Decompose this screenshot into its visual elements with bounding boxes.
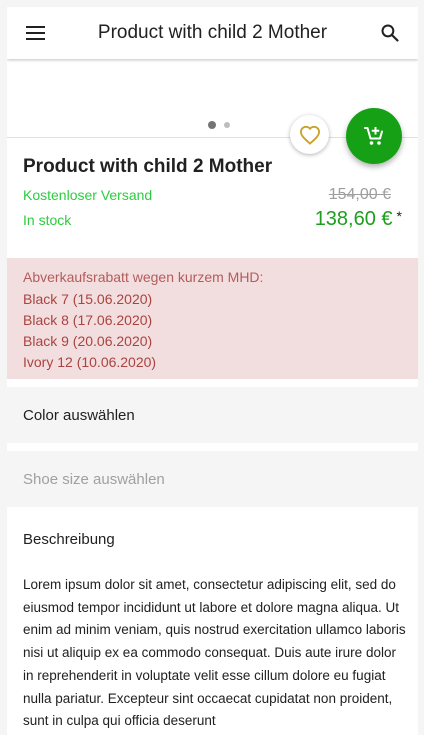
description-text: Lorem ipsum dolor sit amet, consectetur … — [23, 577, 406, 729]
favorite-button[interactable] — [290, 115, 329, 154]
menu-icon — [25, 26, 45, 40]
product-page: Product with child 2 Mother Product with — [7, 7, 418, 735]
menu-button[interactable] — [7, 7, 63, 59]
page-title: Product with child 2 Mother — [97, 22, 328, 43]
discount-notice: Abverkaufsrabatt wegen kurzem MHD: Black… — [7, 258, 418, 379]
discount-item: Black 8 (17.06.2020) — [23, 312, 153, 328]
heart-outline-icon — [299, 125, 320, 145]
discount-heading: Abverkaufsrabatt wegen kurzem MHD: — [23, 269, 264, 285]
carousel-dot-active[interactable] — [208, 121, 216, 129]
carousel-dots — [208, 121, 230, 129]
description-heading: Beschreibung — [23, 531, 115, 548]
product-title: Product with child 2 Mother — [23, 156, 273, 177]
current-price: 138,60 € — [314, 208, 393, 230]
stock-status: In stock — [23, 212, 72, 228]
old-price: 154,00 € — [328, 186, 391, 203]
carousel-dot[interactable] — [224, 122, 230, 128]
search-button[interactable] — [362, 7, 418, 59]
shoe-size-select[interactable]: Shoe size auswählen — [7, 451, 418, 507]
price-footnote-mark: * — [396, 208, 402, 224]
add-to-cart-button[interactable] — [346, 108, 402, 164]
app-bar: Product with child 2 Mother — [7, 7, 418, 59]
discount-item: Black 7 (15.06.2020) — [23, 291, 153, 307]
add-shopping-cart-icon — [364, 127, 383, 145]
color-select[interactable]: Color auswählen — [7, 387, 418, 443]
discount-item: Black 9 (20.06.2020) — [23, 333, 153, 349]
discount-item: Ivory 12 (10.06.2020) — [23, 354, 157, 370]
shipping-info: Kostenloser Versand — [23, 187, 153, 203]
price-row: 138,60 € * — [315, 208, 402, 231]
search-icon — [381, 24, 399, 42]
